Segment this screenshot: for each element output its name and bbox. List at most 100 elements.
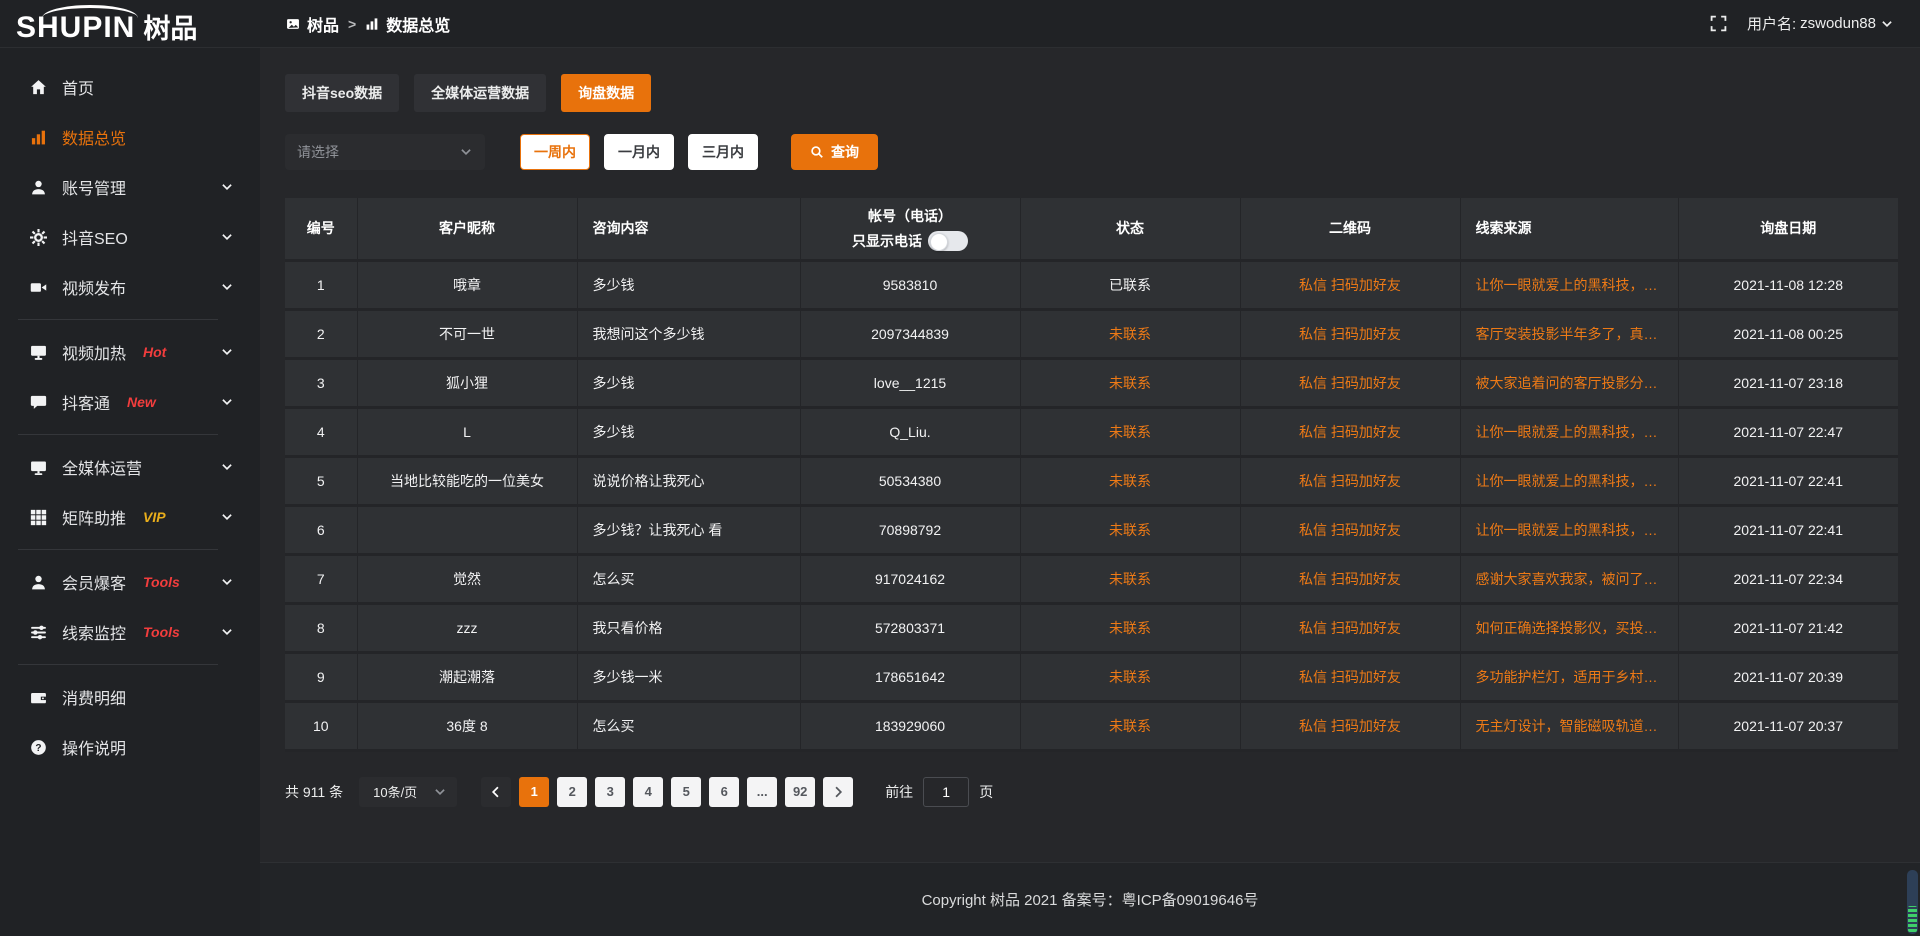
sidebar-item[interactable]: 视频发布 [0,262,260,312]
tab-3[interactable]: 询盘数据 [561,74,651,112]
range-button[interactable]: 一周内 [520,134,590,170]
column-header: 编号 [285,198,357,260]
sidebar-item[interactable]: 账号管理 [0,162,260,212]
goto-page-input[interactable] [923,777,969,807]
sidebar-item[interactable]: 线索监控Tools [0,607,260,657]
lead-source-link[interactable]: 让你一眼就爱上的黑科技，能... [1460,505,1678,554]
sidebar-item[interactable]: 消费明细 [0,672,260,722]
page-button[interactable]: 4 [633,777,663,807]
qrcode-link[interactable]: 私信 扫码加好友 [1240,652,1460,701]
lead-source-link[interactable]: 客厅安装投影半年多了，真实... [1460,309,1678,358]
sidebar-divider [18,549,218,550]
lead-source-link[interactable]: 让你一眼就爱上的黑科技，能... [1460,456,1678,505]
total-count: 共 911 条 [285,782,343,802]
range-button[interactable]: 一月内 [604,134,674,170]
qrcode-link[interactable]: 私信 扫码加好友 [1240,309,1460,358]
sidebar-item[interactable]: 视频加热Hot [0,327,260,377]
qrcode-link[interactable]: 私信 扫码加好友 [1240,407,1460,456]
qrcode-link[interactable]: 私信 扫码加好友 [1240,260,1460,309]
range-button[interactable]: 三月内 [688,134,758,170]
inquiry-content: 多少钱 [577,358,800,407]
sidebar-item-label: 首页 [62,75,94,99]
sidebar-item[interactable]: 全媒体运营 [0,442,260,492]
page-button[interactable]: 5 [671,777,701,807]
goto-page: 前往 页 [885,777,993,807]
lead-source-link[interactable]: 感谢大家喜欢我家，被问了好... [1460,554,1678,603]
inquiry-date: 2021-11-08 12:28 [1678,260,1898,309]
filter-bar: 请选择 一周内一月内三月内 查询 [285,134,1898,170]
lead-source-link[interactable]: 让你一眼就爱上的黑科技，能... [1460,407,1678,456]
scrollbar-thumb[interactable] [1907,870,1918,934]
sidebar-item[interactable]: 首页 [0,62,260,112]
phone-toggle-label: 只显示电话 [852,231,922,251]
prev-page-button[interactable] [481,777,511,807]
next-page-button[interactable] [823,777,853,807]
page-button[interactable]: 92 [785,777,815,807]
lead-source-link[interactable]: 被大家追着问的客厅投影分享... [1460,358,1678,407]
sidebar-divider [18,319,218,320]
qrcode-link[interactable]: 私信 扫码加好友 [1240,505,1460,554]
inquiry-date: 2021-11-07 21:42 [1678,603,1898,652]
account-column-title: 帐号（电话） [811,206,1010,226]
member-icon [30,574,47,591]
content-inner: 抖音seo数据全媒体运营数据询盘数据 请选择 一周内一月内三月内 查询 [260,48,1920,862]
column-header: 咨询内容 [577,198,800,260]
wallet-icon [30,689,47,706]
phone-only-toggle[interactable] [928,231,968,251]
inquiry-content: 多少钱 [577,260,800,309]
sidebar-item[interactable]: 抖音SEO [0,212,260,262]
filter-select[interactable]: 请选择 [285,134,485,170]
page-size-select[interactable]: 10条/页 [359,777,457,807]
app-icon [286,17,300,31]
breadcrumb-item[interactable]: 树品 [286,12,339,36]
lead-source-link[interactable]: 多功能护栏灯，适用于乡村文... [1460,652,1678,701]
qrcode-link[interactable]: 私信 扫码加好友 [1240,456,1460,505]
chevron-down-icon [220,625,234,639]
qrcode-link[interactable]: 私信 扫码加好友 [1240,358,1460,407]
sidebar-item[interactable]: 矩阵助推VIP [0,492,260,542]
qrcode-link[interactable]: 私信 扫码加好友 [1240,701,1460,750]
inquiry-content: 说说价格让我死心 [577,456,800,505]
qrcode-link[interactable]: 私信 扫码加好友 [1240,603,1460,652]
breadcrumb-label: 树品 [307,12,339,36]
breadcrumb-item[interactable]: 数据总览 [365,12,450,36]
qrcode-link[interactable]: 私信 扫码加好友 [1240,554,1460,603]
tab-2[interactable]: 全媒体运营数据 [414,74,546,112]
user-menu[interactable]: 用户名: zswodun88 [1747,13,1894,34]
chevron-down-icon [1880,17,1894,31]
lead-source-link[interactable]: 如何正确选择投影仪，买投影... [1460,603,1678,652]
page-button[interactable]: 6 [709,777,739,807]
monitor-icon [30,344,47,361]
page-ellipsis[interactable]: ... [747,777,777,807]
status: 未联系 [1020,456,1240,505]
account-phone: 178651642 [800,652,1020,701]
copyright-text: Copyright 树品 2021 备案号：粤ICP备09019646号 [922,889,1259,910]
inquiry-content: 多少钱？让我死心 看 [577,505,800,554]
logo-text-en: SHUPIN [16,5,135,43]
range-button-group: 一周内一月内三月内 [485,134,758,170]
footer: Copyright 树品 2021 备案号：粤ICP备09019646号 [260,862,1920,936]
sidebar-item[interactable]: 会员爆客Tools [0,557,260,607]
lead-source-link[interactable]: 让你一眼就爱上的黑科技，能... [1460,260,1678,309]
page-button[interactable]: 3 [595,777,625,807]
sidebar-item[interactable]: 抖客通New [0,377,260,427]
customer-nickname: 不可一世 [357,309,577,358]
page-button[interactable]: 2 [557,777,587,807]
sidebar-item-badge: Tools [143,624,180,640]
username-value: zswodun88 [1800,15,1876,32]
tab-1[interactable]: 抖音seo数据 [285,74,399,112]
search-button[interactable]: 查询 [791,134,878,170]
fullscreen-icon[interactable] [1710,15,1727,32]
page-button[interactable]: 1 [519,777,549,807]
customer-nickname: 36度 8 [357,701,577,750]
inquiry-content: 怎么买 [577,554,800,603]
inquiry-date: 2021-11-07 20:39 [1678,652,1898,701]
sidebar-item[interactable]: 数据总览 [0,112,260,162]
topbar-right: 用户名: zswodun88 [1710,13,1920,34]
sidebar-item-label: 抖音SEO [62,225,128,249]
customer-nickname: 狐小狸 [357,358,577,407]
sidebar-item[interactable]: ?操作说明 [0,722,260,772]
sidebar-divider [18,664,218,665]
lead-source-link[interactable]: 无主灯设计，智能磁吸轨道灯... [1460,701,1678,750]
help-icon: ? [30,739,47,756]
